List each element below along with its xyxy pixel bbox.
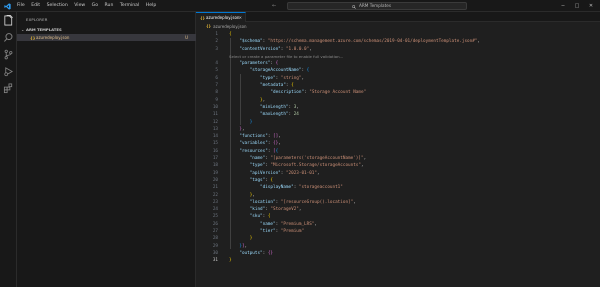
code-line: 2 "$schema": "https://schema.management.… xyxy=(215,39,480,45)
code-line: 11 "maxLength": 24 xyxy=(212,112,299,118)
chevron-down-icon: ⌄ xyxy=(21,27,25,32)
menu-file[interactable]: File xyxy=(17,0,25,12)
minimize-icon[interactable]: ─ xyxy=(556,0,570,12)
code-line: 12 } xyxy=(212,119,253,125)
json-file-icon: {} xyxy=(30,35,36,40)
menu-bar: File Edit Selection View Go Run Terminal… xyxy=(17,0,163,12)
tab-label: azuredeploy.json xyxy=(206,15,240,20)
source-control-icon[interactable] xyxy=(3,49,14,60)
code-line: 25 "sku": { xyxy=(212,214,271,220)
vscode-logo-icon xyxy=(4,2,11,10)
code-line: 30 "outputs": {} xyxy=(212,250,274,256)
activity-bar xyxy=(0,12,17,287)
code-line: 24 "kind": "StorageV2", xyxy=(212,207,302,213)
code-line: 18 "type": "Microsoft.Storage/storageAcc… xyxy=(212,163,364,169)
file-item-azuredeploy[interactable]: {} azuredeploy.json U xyxy=(17,34,196,41)
breadcrumb-file[interactable]: azuredeploy.json xyxy=(213,24,246,29)
code-line: 27 "tier": "Premium" xyxy=(212,229,305,235)
title-bar: File Edit Selection View Go Run Terminal… xyxy=(0,0,600,12)
code-editor[interactable]: 1{ 2 "$schema": "https://schema.manageme… xyxy=(196,31,600,265)
close-icon[interactable]: ✕ xyxy=(584,0,598,12)
maximize-icon[interactable]: □ xyxy=(570,0,584,12)
breadcrumb: {} azuredeploy.json xyxy=(196,22,247,30)
json-file-icon: {} xyxy=(206,24,212,28)
file-name: azuredeploy.json xyxy=(36,35,70,40)
folder-label: ARM TEMPLATES xyxy=(26,27,62,32)
menu-edit[interactable]: Edit xyxy=(31,0,40,12)
code-line: 20 "tags": { xyxy=(212,177,274,183)
search-icon xyxy=(352,4,356,9)
explorer-files-icon[interactable] xyxy=(3,15,14,26)
code-line: 16 "resources": [{ xyxy=(212,148,279,154)
code-line: 26 "name": "Premium_LRS", xyxy=(212,221,317,227)
menu-selection[interactable]: Selection xyxy=(47,0,68,12)
close-tab-icon[interactable]: ✕ xyxy=(239,14,242,22)
code-line: 29 }], xyxy=(212,243,248,249)
code-line: 21 "displayName": "storageaccount1" xyxy=(212,185,343,191)
menu-go[interactable]: Go xyxy=(92,0,98,12)
menu-help[interactable]: Help xyxy=(146,0,156,12)
code-line: 4 "parameters": { xyxy=(215,61,279,67)
editor-tab-bar: {} azuredeploy.json ✕ xyxy=(196,12,600,22)
sidebar-title: EXPLORER xyxy=(26,17,48,22)
code-line: 5 "storageAccountName": { xyxy=(215,68,310,74)
code-line: 22 }, xyxy=(212,192,255,198)
extensions-icon[interactable] xyxy=(3,83,14,94)
explorer-sidebar: EXPLORER ⌄ ARM TEMPLATES {} azuredeploy.… xyxy=(17,12,196,287)
code-line: 17 "name": "[parameters('storageAccountN… xyxy=(212,156,367,162)
code-line: 14 "functions": [], xyxy=(212,134,281,140)
code-line: 13 }, xyxy=(212,126,245,132)
window-controls: ─ □ ✕ xyxy=(556,0,598,12)
code-line: 23 "location": "[resourceGroup().locatio… xyxy=(212,199,356,205)
code-line: 7 "metadata": { xyxy=(215,83,294,89)
code-line: 9 }, xyxy=(215,97,266,103)
command-center-search[interactable]: ARM Templates xyxy=(287,2,467,10)
parameter-file-hint[interactable]: Select or create a parameter file to ena… xyxy=(196,53,600,60)
menu-run[interactable]: Run xyxy=(105,0,114,12)
menu-view[interactable]: View xyxy=(74,0,85,12)
code-line: 10 "minLength": 3, xyxy=(212,104,299,110)
folder-arm-templates[interactable]: ⌄ ARM TEMPLATES xyxy=(17,26,196,33)
git-status-badge: U xyxy=(185,35,188,40)
code-line: 8 "description": "Storage Account Name" xyxy=(215,90,367,96)
code-line: 1{ xyxy=(215,32,232,37)
tab-azuredeploy[interactable]: {} azuredeploy.json ✕ xyxy=(196,12,246,22)
code-line: 15 "variables": {}, xyxy=(212,141,281,147)
run-and-debug-icon[interactable] xyxy=(3,66,14,77)
navigation-buttons: ← xyxy=(272,2,276,10)
code-line: 3 "contentVersion": "1.0.0.0", xyxy=(215,46,312,52)
code-line: 28 } xyxy=(212,236,253,242)
code-line: 31} xyxy=(212,258,232,264)
search-icon[interactable] xyxy=(3,32,14,43)
code-line: 19 "apiVersion": "2023-01-01", xyxy=(212,170,320,176)
menu-terminal[interactable]: Terminal xyxy=(120,0,139,12)
back-arrow-icon[interactable]: ← xyxy=(272,2,276,10)
code-line: 6 "type": "string", xyxy=(215,75,305,81)
json-file-icon: {} xyxy=(200,16,206,20)
search-text: ARM Templates xyxy=(359,3,392,8)
